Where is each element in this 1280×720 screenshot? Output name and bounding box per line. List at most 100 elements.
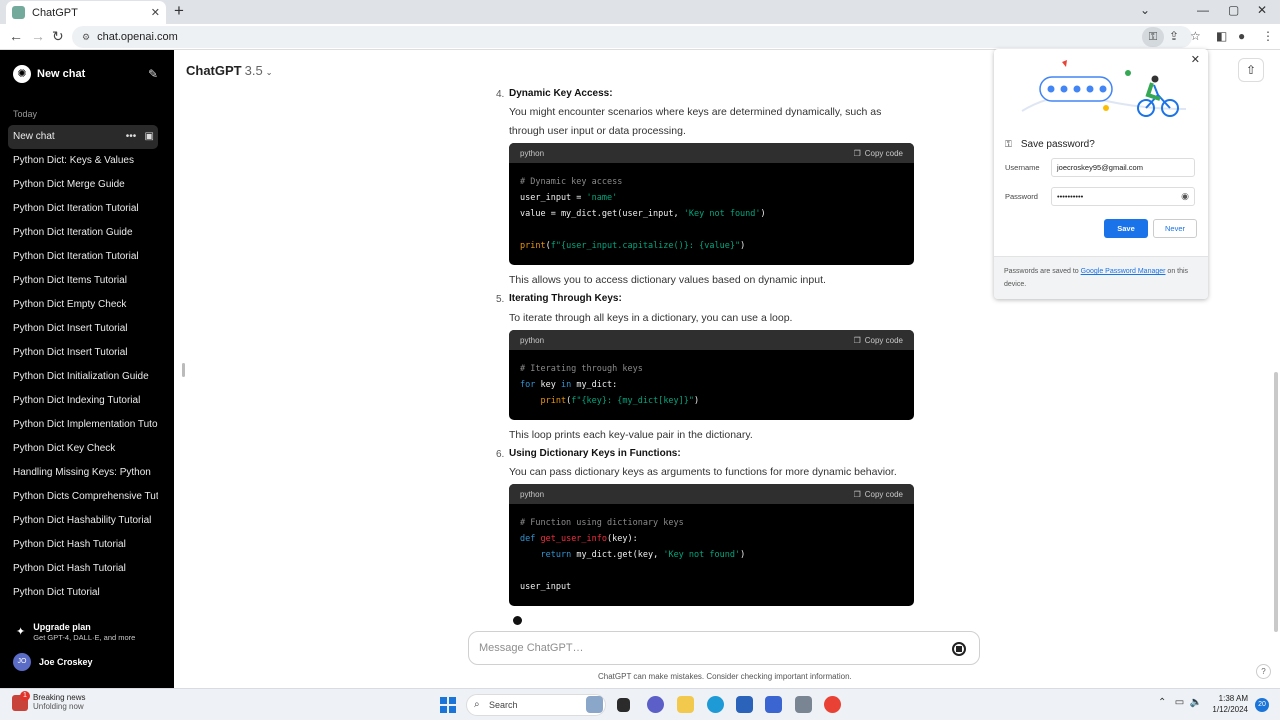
save-button[interactable]: Save [1104,219,1148,238]
chat-item[interactable]: Python Dict Empty Check [8,293,158,317]
password-illustration [1021,60,1187,117]
chat-item[interactable]: Python Dict Tutorial [8,581,158,605]
browser-menu-icon[interactable]: ⋮ [1262,29,1274,43]
side-panel-icon[interactable]: ◧ [1216,29,1227,43]
file-explorer-icon[interactable] [677,696,694,713]
edit-icon[interactable]: ✎ [148,67,158,81]
app-icon[interactable] [765,696,782,713]
chrome-icon[interactable] [824,696,841,713]
clock-date: 1/12/2024 [1212,705,1248,714]
share-icon[interactable]: ⇧ [1238,58,1264,82]
password-field[interactable]: •••••••••• ◉ [1051,187,1195,206]
terminal-icon[interactable] [617,698,630,712]
new-tab-icon[interactable]: + [174,2,184,20]
chat-item[interactable]: Python Dict Iteration Tutorial [8,197,158,221]
app-icon[interactable] [795,696,812,713]
message-composer[interactable] [468,631,980,665]
chat-item[interactable]: Python Dict Hash Tutorial [8,533,158,557]
chat-history-list: New chat ••• ▣ Python Dict: Keys & Value… [8,125,158,605]
copy-code-button[interactable]: ❐ Copy code [854,336,903,345]
upgrade-plan-button[interactable]: ✦ Upgrade plan Get GPT-4, DALL·E, and mo… [16,622,166,642]
chat-options-icon[interactable]: ••• ▣ [126,125,154,149]
window-close-icon[interactable]: ✕ [1257,3,1267,17]
help-button[interactable]: ? [1256,664,1271,679]
chevron-down-icon: ⌄ [265,68,273,77]
bookmark-star-icon[interactable]: ☆ [1190,29,1201,43]
back-icon[interactable]: ← [9,28,23,44]
code-block: python ❐ Copy code # Function using dicti… [509,484,914,606]
chat-item[interactable]: Python Dict Items Tutorial [8,269,158,293]
browser-toolbar: ← → ↻ ⚙ chat.openai.com ⇪ ☆ ◧ ● ⋮ [0,24,1280,50]
chat-item[interactable]: Python Dict Insert Tutorial [8,341,158,365]
chat-item[interactable]: Python Dict Key Check [8,437,158,461]
password-value: •••••••••• [1057,192,1084,201]
maximize-icon[interactable]: ▢ [1228,3,1239,17]
search-icon: ⌕ [474,699,480,710]
url-text: chat.openai.com [97,31,178,43]
news-widget[interactable]: 1 Breaking news Unfolding now [12,691,85,711]
new-chat-button[interactable]: ✺ New chat ✎ [8,61,158,87]
minimize-icon[interactable]: — [1197,3,1209,17]
chat-item[interactable]: Python Dict Merge Guide [8,173,158,197]
code-language: python [520,148,545,158]
chat-item[interactable]: Python Dict Iteration Tutorial [8,245,158,269]
taskbar-search-label: Search [489,700,518,710]
taskbar-search[interactable]: ⌕ Search [466,694,606,716]
edge-icon[interactable] [707,696,724,713]
password-key-icon[interactable]: ⚿ [1142,27,1164,47]
notification-badge[interactable]: 20 [1255,698,1269,712]
chat-item[interactable]: Python Dict Hashability Tutorial [8,509,158,533]
code-header: python ❐ Copy code [509,484,914,504]
code-content: # Dynamic key access user_input = 'name'… [520,177,766,251]
copilot-icon[interactable] [586,696,603,713]
clock-time: 1:38 AM [1218,694,1248,703]
user-menu[interactable]: JO Joe Croskey [13,653,93,671]
paragraph: You might encounter scenarios where keys… [509,106,882,118]
password-manager-link[interactable]: Google Password Manager [1081,268,1166,275]
site-info-icon[interactable]: ⚙ [82,32,90,43]
model-selector[interactable]: ChatGPT 3.5 ⌄ [186,63,272,78]
chat-item-active[interactable]: New chat ••• ▣ [8,125,158,149]
code-block: python ❐ Copy code # Dynamic key access u… [509,143,914,265]
chat-item[interactable]: Python Dicts Comprehensive Tutorial [8,485,158,509]
forward-icon[interactable]: → [31,28,45,44]
share-page-icon[interactable]: ⇪ [1169,29,1179,43]
windows-taskbar: 1 Breaking news Unfolding now ⌕ Search ⌃… [0,688,1280,720]
clock[interactable]: 1:38 AM 1/12/2024 [1206,693,1248,715]
chat-item[interactable]: Python Dict Insert Tutorial [8,317,158,341]
chat-item[interactable]: Python Dict: Keys & Values [8,149,158,173]
paragraph: This loop prints each key-value pair in … [509,429,753,441]
code-block: python ❐ Copy code # Iterating through ke… [509,330,914,420]
browser-tab[interactable]: ChatGPT ✕ [6,1,166,24]
news-icon: 1 [12,691,30,711]
chat-item[interactable]: Python Dict Hash Tutorial [8,557,158,581]
scrollbar[interactable] [1274,372,1278,632]
profile-icon[interactable]: ● [1238,29,1245,43]
copy-code-button[interactable]: ❐ Copy code [854,149,903,158]
sidebar-resize-handle[interactable] [182,363,185,377]
close-icon[interactable]: ✕ [1191,53,1200,66]
chat-item[interactable]: Python Dict Initialization Guide [8,365,158,389]
chat-item[interactable]: Python Dict Iteration Guide [8,221,158,245]
eye-icon[interactable]: ◉ [1181,188,1189,205]
chat-item[interactable]: Python Dict Indexing Tutorial [8,389,158,413]
never-button[interactable]: Never [1153,219,1197,238]
chat-item-label: New chat [13,131,55,142]
chat-item[interactable]: Python Dict Implementation Tutorial [8,413,158,437]
chat-app-icon[interactable] [647,696,664,713]
stop-generating-button[interactable] [952,642,966,656]
windows-start-icon[interactable] [440,697,456,713]
chat-item[interactable]: Handling Missing Keys: Python [8,461,158,485]
tab-title: ChatGPT [32,6,78,19]
reload-icon[interactable]: ↻ [52,28,64,45]
tab-search-chevron-icon[interactable]: ⌄ [1140,3,1150,17]
copy-code-button[interactable]: ❐ Copy code [854,490,903,499]
store-icon[interactable] [736,696,753,713]
dialog-title: ⚿ Save password? [1005,139,1095,150]
username-field[interactable]: joecroskey95@gmail.com [1051,158,1195,177]
sidebar: ✺ New chat ✎ Today New chat ••• ▣ Python… [0,50,174,688]
message-input[interactable] [479,640,919,656]
tab-close-icon[interactable]: ✕ [151,6,160,19]
address-bar[interactable]: ⚙ chat.openai.com [72,26,1192,48]
system-tray[interactable]: ⌃ ▭ 🔈 [1158,697,1202,708]
